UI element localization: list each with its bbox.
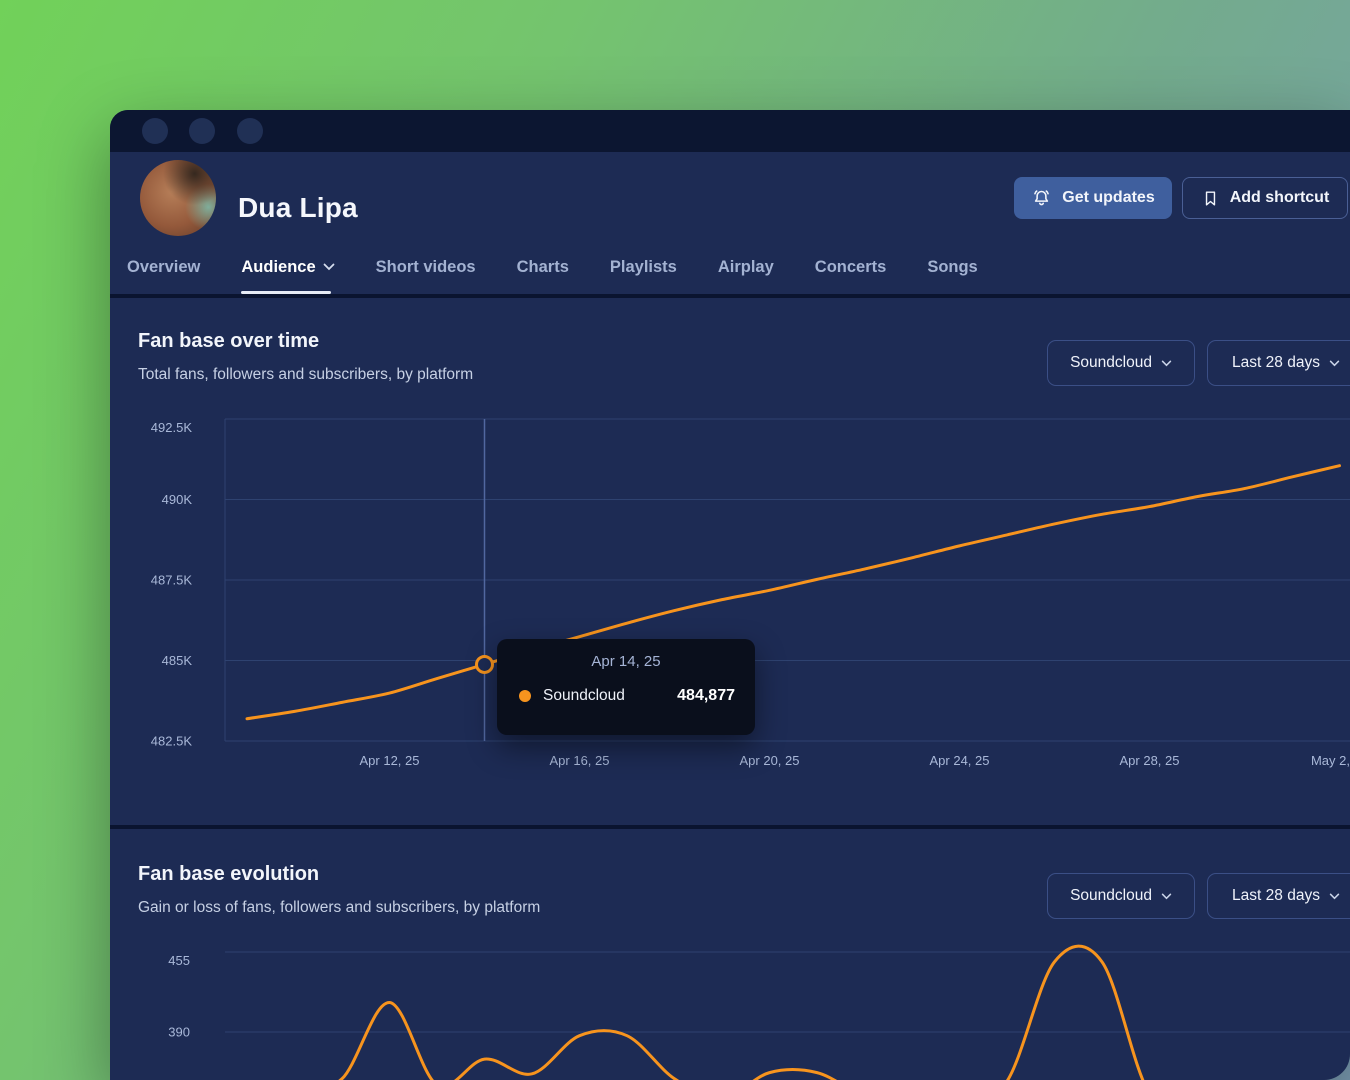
tab-overview[interactable]: Overview: [127, 240, 200, 294]
window-control-dot[interactable]: [237, 118, 263, 144]
y-axis-tick-label: 390: [168, 1025, 190, 1040]
y-axis-tick-label: 492.5K: [151, 420, 193, 435]
date-range-dropdown-2[interactable]: Last 28 days: [1207, 873, 1350, 919]
chevron-down-icon: [323, 263, 335, 271]
tab-charts[interactable]: Charts: [517, 240, 569, 294]
x-axis-tick-label: Apr 20, 25: [740, 753, 800, 768]
window-control-dot[interactable]: [189, 118, 215, 144]
section-divider: [110, 825, 1350, 829]
tooltip-date: Apr 14, 25: [497, 653, 755, 670]
y-axis-tick-label: 455: [168, 953, 190, 968]
x-axis-tick-label: May 2, 25: [1311, 753, 1350, 768]
bell-icon: [1031, 188, 1052, 209]
tooltip-value: 484,877: [677, 687, 735, 705]
artist-nav-tabs: Overview Audience Short videos Charts Pl…: [110, 240, 1350, 294]
artist-name: Dua Lipa: [238, 192, 358, 224]
platform-filter-dropdown-2[interactable]: Soundcloud: [1047, 873, 1195, 919]
chevron-down-icon: [1161, 360, 1172, 367]
get-updates-button[interactable]: Get updates: [1014, 177, 1172, 219]
chevron-down-icon: [1161, 893, 1172, 900]
hover-marker: [477, 656, 493, 672]
add-shortcut-label: Add shortcut: [1230, 189, 1330, 207]
y-axis-tick-label: 482.5K: [151, 734, 193, 749]
fanbase-over-time-title: Fan base over time: [138, 330, 319, 353]
y-axis-tick-label: 487.5K: [151, 573, 193, 588]
y-axis-tick-label: 490K: [162, 492, 193, 507]
fanbase-evolution-subtitle: Gain or loss of fans, followers and subs…: [138, 899, 540, 917]
x-axis-tick-label: Apr 12, 25: [360, 753, 420, 768]
chevron-down-icon: [1329, 893, 1340, 900]
x-axis-tick-label: Apr 24, 25: [930, 753, 990, 768]
series-line-soundcloud: [247, 946, 1340, 1080]
tab-concerts[interactable]: Concerts: [815, 240, 887, 294]
tab-playlists[interactable]: Playlists: [610, 240, 677, 294]
x-axis-tick-label: Apr 28, 25: [1120, 753, 1180, 768]
tab-short-videos[interactable]: Short videos: [376, 240, 476, 294]
app-window: Dua Lipa Get updates Add shortcut Overvi…: [110, 110, 1350, 1080]
get-updates-label: Get updates: [1062, 189, 1154, 207]
series-line-soundcloud: [247, 466, 1340, 719]
window-control-dot[interactable]: [142, 118, 168, 144]
add-shortcut-button[interactable]: Add shortcut: [1182, 177, 1348, 219]
artist-avatar: [140, 160, 216, 236]
y-axis-tick-label: 485K: [162, 653, 193, 668]
fanbase-evolution-chart[interactable]: 390 455: [110, 940, 1350, 1080]
date-range-dropdown-1[interactable]: Last 28 days: [1207, 340, 1350, 386]
platform-filter-dropdown-1[interactable]: Soundcloud: [1047, 340, 1195, 386]
x-axis-tick-label: Apr 16, 25: [550, 753, 610, 768]
fanbase-over-time-subtitle: Total fans, followers and subscribers, b…: [138, 366, 473, 384]
chart-tooltip: Apr 14, 25 Soundcloud 484,877: [497, 639, 755, 735]
tab-audience[interactable]: Audience: [241, 240, 334, 294]
tooltip-series-row: Soundcloud 484,877: [519, 687, 735, 705]
page-background: { "header": { "artist_name": "Dua Lipa",…: [0, 0, 1350, 1080]
bookmark-icon: [1201, 189, 1220, 208]
fanbase-evolution-title: Fan base evolution: [138, 863, 319, 886]
soundcloud-series-dot: [519, 690, 531, 702]
tab-songs[interactable]: Songs: [927, 240, 977, 294]
chevron-down-icon: [1329, 360, 1340, 367]
section-divider: [110, 294, 1350, 298]
tab-airplay[interactable]: Airplay: [718, 240, 774, 294]
tooltip-series-name: Soundcloud: [543, 687, 625, 705]
window-titlebar: [110, 110, 1350, 152]
